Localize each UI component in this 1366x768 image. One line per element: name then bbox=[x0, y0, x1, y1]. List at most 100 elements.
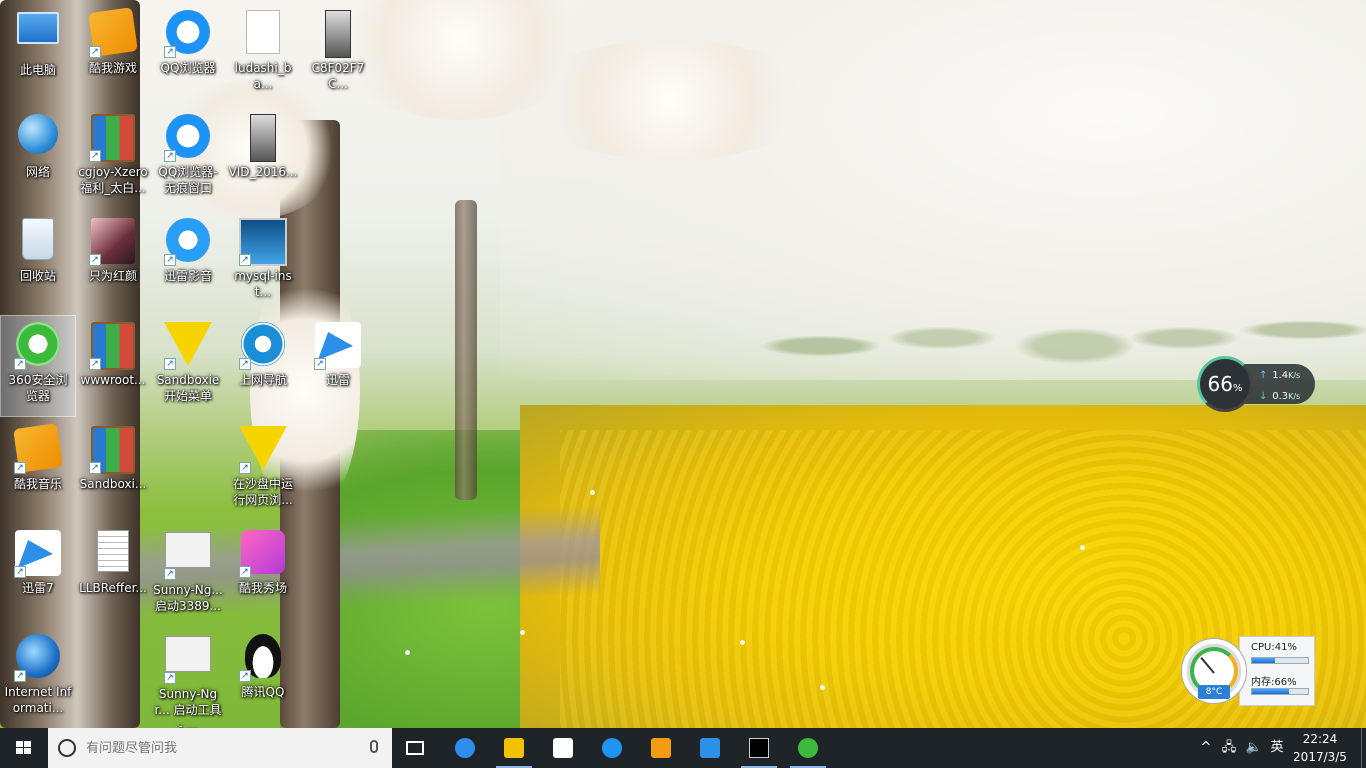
shortcut-arrow-icon: ↗ bbox=[239, 462, 251, 474]
desktop-icon[interactable]: ↗ Internet Informati... bbox=[1, 628, 75, 728]
temperature-gauge-icon: 8°C bbox=[1181, 638, 1247, 704]
desktop-icon[interactable]: VID_2016... bbox=[226, 108, 300, 208]
desktop-icon-label: cgjoy-Xzero福利_太白... bbox=[78, 165, 148, 195]
game-icon: ↗ bbox=[89, 218, 137, 266]
desktop-icon[interactable]: 此电脑 bbox=[1, 4, 75, 104]
taskbar-thunder-button[interactable] bbox=[686, 728, 734, 768]
cmd-file-art bbox=[165, 532, 211, 568]
qq-icon: ↗ bbox=[239, 634, 287, 682]
shortcut-arrow-icon: ↗ bbox=[164, 568, 176, 580]
desktop-icon[interactable]: LLBReffer... bbox=[76, 524, 150, 624]
desktop-icon[interactable]: ↗ 酷我音乐 bbox=[1, 420, 75, 520]
cmd-file-icon: ↗ bbox=[164, 532, 212, 580]
desktop-icon[interactable]: ↗ 360安全浏览器 bbox=[0, 315, 76, 417]
upload-arrow-icon: ↑ bbox=[1259, 370, 1268, 381]
shortcut-arrow-icon: ↗ bbox=[164, 358, 176, 370]
desktop-icon[interactable]: ↗ Sandboxi... bbox=[76, 420, 150, 520]
taskbar: ^ 🖧 🔈 英 22:24 2017/3/5 bbox=[0, 728, 1366, 768]
desktop-icon[interactable]: ludashi_ba... bbox=[226, 4, 300, 104]
shortcut-arrow-icon: ↗ bbox=[239, 358, 251, 370]
desktop-icon[interactable]: ↗ 迅雷 bbox=[301, 316, 375, 416]
system-monitor-widget[interactable]: 8°C CPU:41% 内存:66% bbox=[1181, 636, 1315, 706]
network-icon[interactable]: 🖧 bbox=[1218, 728, 1240, 768]
taskbar-kuwo-music-button[interactable] bbox=[637, 728, 685, 768]
cmd-icon bbox=[749, 738, 769, 758]
taskbar-edge-button[interactable] bbox=[441, 728, 489, 768]
desktop-icon[interactable]: 网络 bbox=[1, 108, 75, 208]
petal bbox=[405, 650, 410, 655]
desktop-icon[interactable]: ↗ 酷我秀场 bbox=[226, 524, 300, 624]
desktop-icon[interactable]: ↗ 腾讯QQ bbox=[226, 628, 300, 728]
input-method-indicator[interactable]: 英 bbox=[1266, 728, 1288, 768]
memory-percent-unit: % bbox=[1232, 383, 1243, 394]
microphone-icon[interactable] bbox=[370, 740, 378, 753]
desktop-icon[interactable]: ↗ QQ浏览器 bbox=[151, 4, 225, 104]
petal bbox=[1080, 545, 1085, 550]
desktop-icon[interactable]: ↗ QQ浏览器-无痕窗口 bbox=[151, 108, 225, 208]
clock-date: 2017/3/5 bbox=[1293, 750, 1347, 764]
video-art bbox=[250, 114, 276, 162]
shortcut-arrow-icon: ↗ bbox=[239, 254, 251, 266]
cpu-bar bbox=[1251, 657, 1309, 664]
download-unit: K/s bbox=[1288, 392, 1301, 401]
show-hidden-icons-chevron-icon[interactable]: ^ bbox=[1196, 728, 1216, 768]
desktop-icon-label: Sandboxi... bbox=[79, 477, 147, 491]
memory-label: 内存:66% bbox=[1251, 677, 1297, 688]
blossom-cluster bbox=[520, 40, 820, 160]
clock[interactable]: 22:24 2017/3/5 bbox=[1290, 730, 1350, 766]
network-speed-widget[interactable]: 66% ↑ 1.4K/s ↓ 0.3K/s bbox=[1197, 356, 1317, 412]
taskbar-qq-browser-button[interactable] bbox=[588, 728, 636, 768]
cpu-bar-fill bbox=[1252, 658, 1275, 663]
ie-icon: ↗ bbox=[239, 322, 287, 370]
desktop-icon[interactable]: ↗ Sandboxie 开始菜单 bbox=[151, 316, 225, 416]
desktop-icon[interactable]: ↗ Sunny-Ngr... 启动工具 - ... bbox=[151, 628, 225, 733]
pc-art bbox=[17, 12, 59, 44]
360-browser-icon bbox=[798, 738, 818, 758]
desktop-icon-label: 酷我游戏 bbox=[88, 61, 137, 75]
taskbar-store-button[interactable] bbox=[539, 728, 587, 768]
taskbar-cmd-button[interactable] bbox=[735, 728, 783, 768]
tree-trunk-far bbox=[455, 200, 477, 500]
qq-browser-icon: ↗ bbox=[164, 10, 212, 58]
search-input[interactable] bbox=[84, 740, 368, 757]
desktop-icon-label: wwwroot... bbox=[80, 373, 146, 387]
desktop-icon[interactable]: ↗ mysql-inst... bbox=[226, 212, 300, 312]
shortcut-arrow-icon: ↗ bbox=[14, 462, 26, 474]
shortcut-arrow-icon: ↗ bbox=[239, 670, 251, 682]
desktop-icon-label: mysql-inst... bbox=[234, 269, 292, 299]
show-desktop-button[interactable] bbox=[1361, 728, 1366, 768]
desktop-icon[interactable]: ↗ 只为红颜 bbox=[76, 212, 150, 312]
network-art bbox=[18, 114, 58, 154]
desktop-icon-label: Internet Informati... bbox=[4, 685, 72, 715]
taskbar-file-explorer-button[interactable] bbox=[490, 728, 538, 768]
memory-gauge[interactable]: 66% bbox=[1197, 356, 1253, 412]
desktop-icon[interactable]: ↗ 酷我游戏 bbox=[76, 4, 150, 104]
volume-icon[interactable]: 🔈 bbox=[1242, 728, 1266, 768]
upload-unit: K/s bbox=[1288, 371, 1301, 380]
upload-speed: ↑ 1.4K/s bbox=[1259, 370, 1300, 381]
desktop-icon-label: Sandboxie 开始菜单 bbox=[156, 373, 220, 403]
desktop-icon-label: 腾讯QQ bbox=[241, 685, 285, 699]
desktop-icon[interactable]: ↗ cgjoy-Xzero福利_太白... bbox=[76, 108, 150, 208]
desktop-icon[interactable]: 回收站 bbox=[1, 212, 75, 312]
desktop-icon-label: C8F02F7C... bbox=[311, 61, 365, 91]
desktop-icon[interactable]: ↗ 在沙盘中运行网页浏... bbox=[226, 420, 300, 520]
search-box[interactable] bbox=[48, 728, 392, 768]
kuwo-music-icon: ↗ bbox=[13, 423, 63, 474]
memory-bar-fill bbox=[1252, 689, 1289, 694]
desktop-icon-label: ludashi_ba... bbox=[234, 61, 292, 91]
shortcut-arrow-icon: ↗ bbox=[164, 672, 176, 684]
installer-icon: ↗ bbox=[239, 218, 287, 266]
taskbar-task-view-button[interactable] bbox=[392, 728, 440, 768]
desktop-icon[interactable]: C8F02F7C... bbox=[301, 4, 375, 104]
desktop-icon[interactable]: ↗ Sunny-Ng... 启动3389... bbox=[151, 524, 225, 624]
desktop-icon-label: 此电脑 bbox=[19, 63, 56, 77]
desktop-icon[interactable]: ↗ 上网导航 bbox=[226, 316, 300, 416]
desktop-icon[interactable]: ↗ wwwroot... bbox=[76, 316, 150, 416]
start-button[interactable] bbox=[0, 728, 48, 768]
desktop-icon[interactable]: ↗ 迅雷7 bbox=[1, 524, 75, 624]
winrar-icon: ↗ bbox=[89, 114, 137, 162]
memory-percent: 66 bbox=[1207, 372, 1233, 396]
taskbar-360-browser-button[interactable] bbox=[784, 728, 832, 768]
desktop-icon[interactable]: ↗ 迅雷影音 bbox=[151, 212, 225, 312]
